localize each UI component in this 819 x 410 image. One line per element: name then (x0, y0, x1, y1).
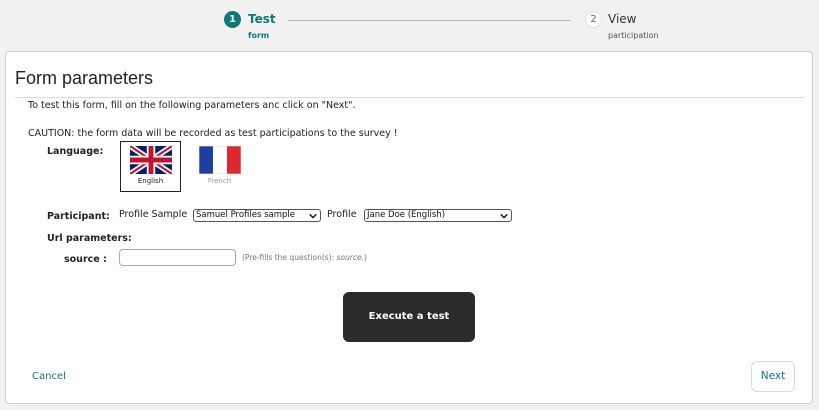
step-2-subtitle: participation (608, 31, 659, 40)
prefill-hint-question: source. (336, 253, 364, 262)
language-name-french: French (207, 177, 232, 185)
source-input[interactable] (119, 249, 236, 266)
profile-label: Profile (327, 209, 357, 220)
language-option-french[interactable]: French (189, 141, 250, 192)
title-divider (15, 97, 805, 98)
source-label: source : (64, 254, 107, 265)
url-parameters-label: Url parameters: (47, 233, 132, 244)
chevron-down-icon (309, 213, 317, 219)
prefill-hint: (Pre-fills the question(s): source.) (242, 253, 367, 262)
step-1-number: 1 (224, 11, 241, 28)
page-title: Form parameters (15, 68, 154, 88)
cancel-link[interactable]: Cancel (32, 371, 66, 382)
profile-sample-value: Samuel Profiles sample (196, 210, 296, 220)
stepper-connector (288, 20, 570, 21)
profile-sample-label: Profile Sample (119, 209, 188, 220)
intro-text: To test this form, fill on the following… (28, 100, 356, 111)
next-button[interactable]: Next (751, 361, 795, 392)
language-label: Language: (47, 146, 104, 157)
prefill-hint-suffix: ) (363, 253, 367, 262)
form-parameters-panel: Form parameters To test this form, fill … (5, 51, 813, 404)
participant-label: Participant: (47, 211, 110, 222)
caution-text: CAUTION: the form data will be recorded … (28, 128, 398, 139)
language-option-english[interactable]: English (120, 141, 181, 192)
step-1-subtitle: form (248, 31, 270, 40)
profile-value: Jane Doe (English) (367, 210, 446, 220)
profile-select[interactable]: Jane Doe (English) (364, 209, 512, 222)
prefill-hint-prefix: (Pre-fills the question(s): (242, 253, 337, 262)
execute-test-button[interactable]: Execute a test (343, 292, 475, 342)
france-flag-icon (198, 146, 241, 174)
uk-flag-icon (129, 146, 172, 174)
language-name-english: English (137, 177, 164, 185)
profile-sample-select[interactable]: Samuel Profiles sample (193, 209, 321, 222)
chevron-down-icon (500, 213, 508, 219)
step-1-title: Test (248, 12, 276, 26)
step-2-number: 2 (585, 11, 602, 28)
stepper: 1 Test form 2 View participation (0, 0, 819, 48)
step-2-title: View (608, 12, 637, 26)
